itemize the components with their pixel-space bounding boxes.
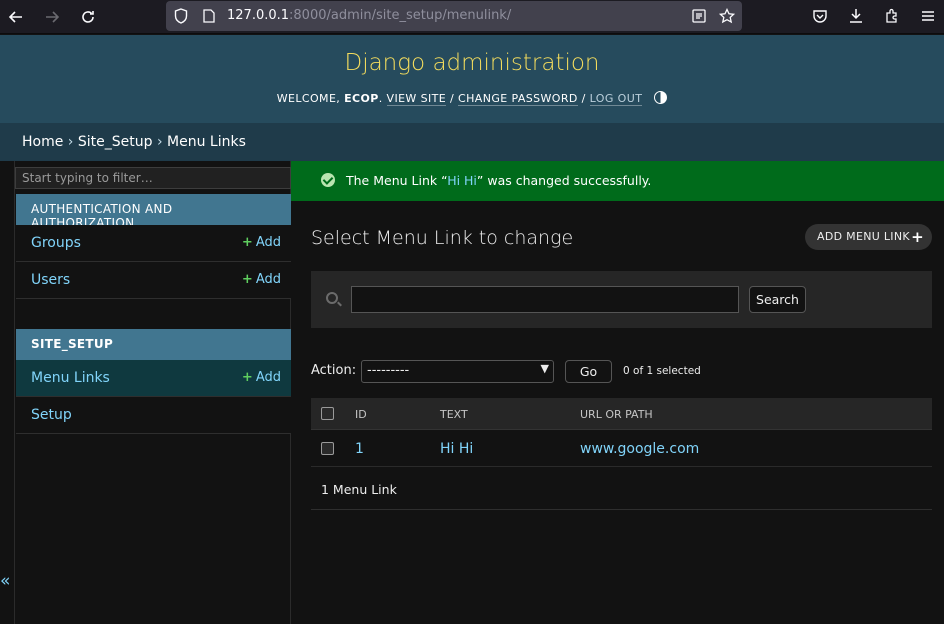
breadcrumb-current: Menu Links (167, 134, 246, 150)
forward-icon[interactable] (41, 6, 63, 28)
selected-count: 0 of 1 selected (623, 365, 701, 377)
row-text: Hi Hi (440, 441, 474, 457)
action-label: Action: (311, 363, 357, 378)
browser-toolbar: 127.0.0.1:8000/admin/site_setup/menulink… (0, 0, 944, 34)
bookmark-star-icon[interactable] (718, 7, 736, 25)
add-users-link[interactable]: + Add (242, 272, 281, 287)
page-icon[interactable] (200, 7, 218, 25)
add-groups-link[interactable]: + Add (242, 235, 281, 250)
sidebar-filter-input[interactable]: Start typing to filter… (15, 167, 291, 189)
theme-toggle-icon[interactable] (654, 91, 668, 104)
column-header-id[interactable]: ID (355, 408, 367, 421)
address-bar[interactable]: 127.0.0.1:8000/admin/site_setup/menulink… (166, 1, 742, 31)
breadcrumb-app[interactable]: Site_Setup (78, 134, 153, 150)
action-select[interactable]: --------- ▼ (361, 360, 554, 383)
select-all-checkbox[interactable] (321, 407, 334, 420)
back-icon[interactable] (5, 6, 27, 28)
page-title: Select Menu Link to change (311, 227, 574, 249)
table-row: 1 Hi Hi www.google.com (311, 431, 932, 467)
search-icon (326, 292, 338, 304)
sidebar-item-setup-link[interactable]: Setup (31, 407, 72, 423)
nav-sidebar: Start typing to filter… Authentication a… (14, 161, 291, 624)
go-button[interactable]: Go (565, 360, 612, 383)
admin-header: Django administration Welcome, ecop. Vie… (0, 35, 944, 123)
add-menu-link-button[interactable]: Add Menu Link + (805, 224, 932, 250)
downloads-icon[interactable] (846, 6, 866, 26)
menu-icon[interactable] (918, 6, 938, 26)
username: ecop (344, 92, 379, 105)
row-id-link[interactable]: 1 (355, 441, 364, 457)
column-header-text[interactable]: Text (440, 408, 468, 421)
extensions-icon[interactable] (882, 6, 902, 26)
sidebar-collapse-icon[interactable]: « (0, 571, 14, 593)
module-caption-auth[interactable]: Authentication and Authorization (16, 194, 291, 230)
sidebar-item-setup: Setup (16, 397, 291, 434)
breadcrumb: Home › Site_Setup › Menu Links (0, 123, 944, 161)
search-button[interactable]: Search (749, 286, 806, 313)
plus-icon: + (241, 235, 253, 250)
change-password-link[interactable]: Change password (458, 92, 578, 106)
paginator: 1 Menu Link (311, 467, 932, 510)
column-header-url[interactable]: URL or Path (580, 408, 653, 421)
success-message: The Menu Link “Hi Hi” was changed succes… (291, 161, 944, 201)
pocket-icon[interactable] (810, 6, 830, 26)
shield-icon[interactable] (172, 7, 190, 25)
plus-icon: + (911, 228, 924, 246)
welcome-text: Welcome, (276, 92, 341, 105)
chevron-down-icon: ▼ (540, 362, 549, 375)
breadcrumb-home[interactable]: Home (22, 134, 63, 150)
site-branding[interactable]: Django administration (0, 50, 944, 76)
search-toolbar: Search (311, 271, 932, 328)
reader-mode-icon[interactable] (690, 7, 708, 25)
module-caption-site-setup[interactable]: Site_Setup (16, 329, 291, 360)
add-menu-links-link[interactable]: + Add (242, 370, 281, 385)
row-url: www.google.com (580, 441, 700, 457)
sidebar-item-users: Users + Add (16, 262, 291, 299)
log-out-link[interactable]: Log out (589, 92, 643, 106)
user-tools: Welcome, ecop. View site / Change passwo… (0, 91, 944, 106)
sidebar-item-groups-link[interactable]: Groups (31, 235, 81, 251)
view-site-link[interactable]: View site (386, 92, 447, 106)
sidebar-item-groups: Groups + Add (16, 225, 291, 262)
results-table-header: ID Text URL or Path (311, 398, 932, 430)
row-checkbox[interactable] (321, 442, 334, 455)
search-input[interactable] (351, 286, 739, 313)
plus-icon: + (241, 272, 253, 287)
success-check-icon (321, 173, 335, 187)
url-text: 127.0.0.1:8000/admin/site_setup/menulink… (227, 8, 512, 23)
sidebar-item-menu-links: Menu Links + Add (16, 360, 291, 397)
sidebar-item-users-link[interactable]: Users (31, 272, 70, 288)
changed-object-link[interactable]: Hi Hi (447, 173, 477, 188)
sidebar-item-menu-links-link[interactable]: Menu Links (31, 370, 110, 386)
plus-icon: + (241, 370, 253, 385)
reload-icon[interactable] (77, 6, 99, 28)
